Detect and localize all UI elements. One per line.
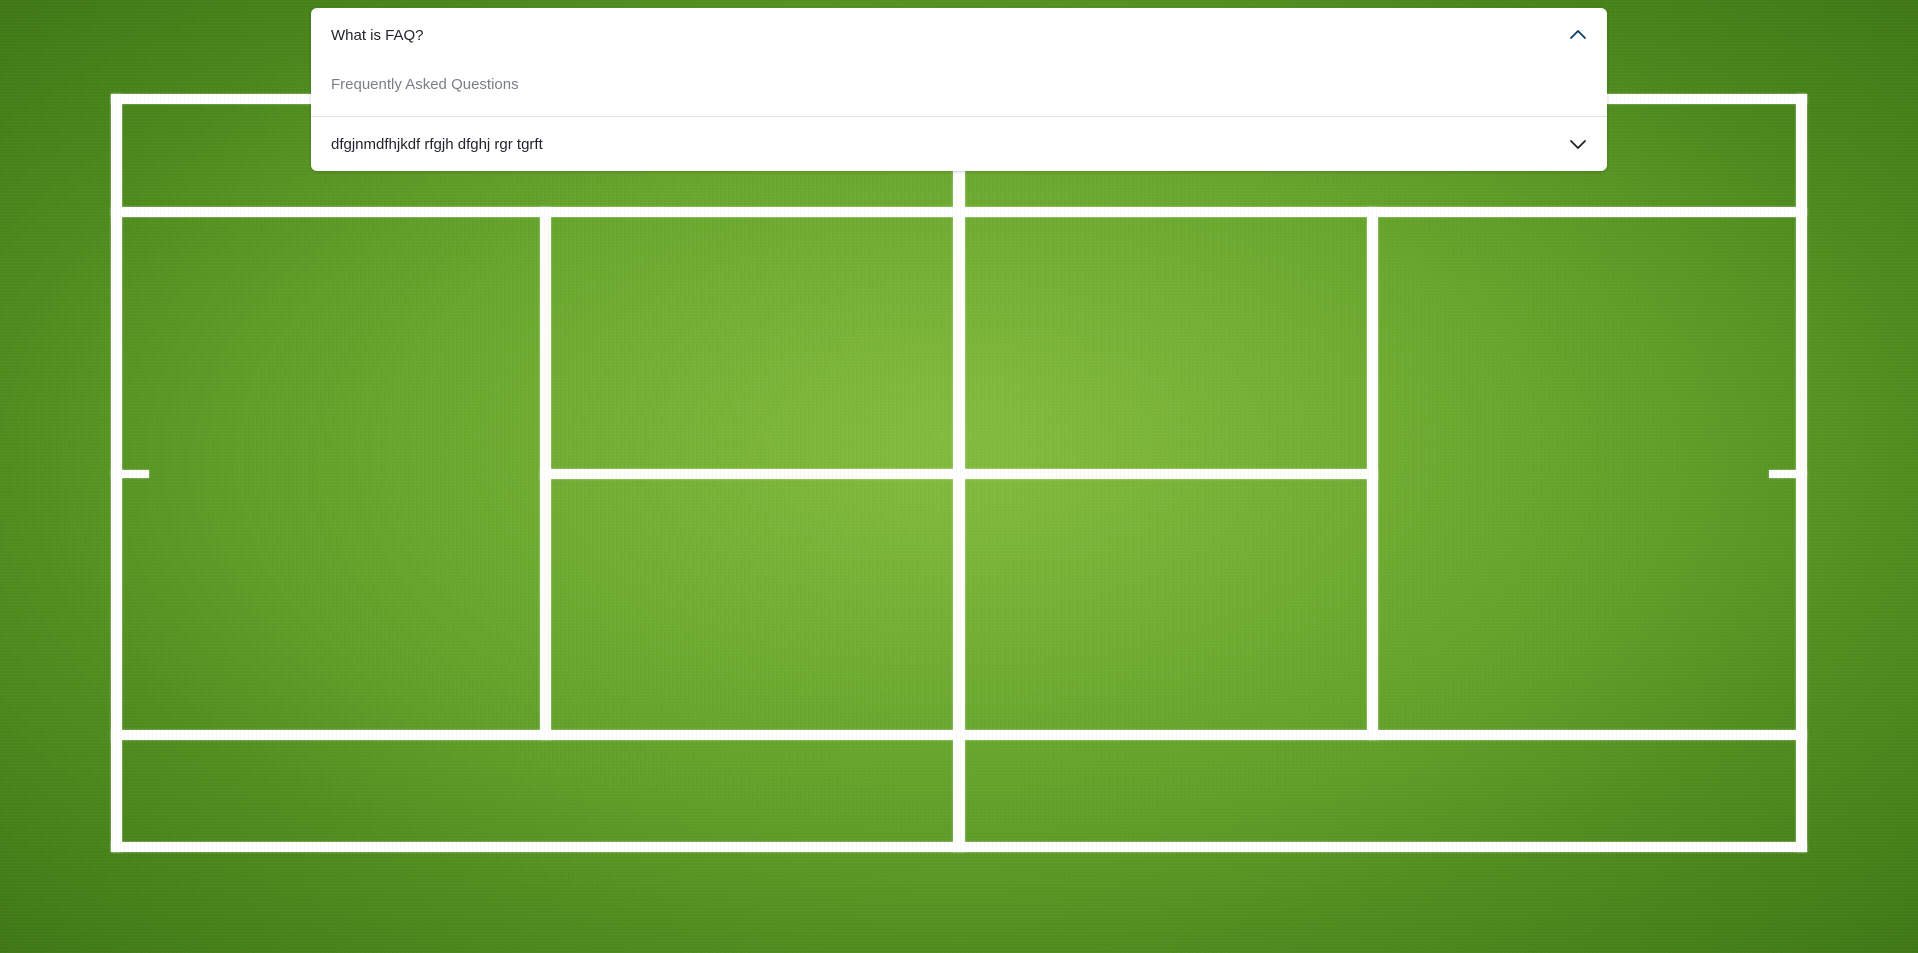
chevron-down-icon[interactable] xyxy=(1569,135,1587,153)
court-line-right-baseline xyxy=(1796,94,1807,852)
faq-item-1-body: Frequently Asked Questions xyxy=(311,62,1607,116)
court-line-net xyxy=(953,94,965,852)
court-line-left-center-mark xyxy=(111,470,149,478)
faq-item-2: dfgjnmdfhjkdf rfgjh dfghj rgr tgrft xyxy=(311,117,1607,171)
court-line-center-service-line xyxy=(540,469,1378,479)
faq-item-1: What is FAQ? Frequently Asked Questions xyxy=(311,8,1607,116)
faq-question-1: What is FAQ? xyxy=(331,26,424,44)
faq-answer-1: Frequently Asked Questions xyxy=(331,75,519,93)
faq-question-2: dfgjnmdfhjkdf rfgjh dfghj rgr tgrft xyxy=(331,135,543,153)
court-line-right-center-mark xyxy=(1769,470,1807,478)
court-line-left-baseline xyxy=(111,94,122,852)
court-line-top-singles-sideline xyxy=(111,207,1807,217)
faq-item-2-header[interactable]: dfgjnmdfhjkdf rfgjh dfghj rgr tgrft xyxy=(311,117,1607,171)
chevron-up-icon[interactable] xyxy=(1569,26,1587,44)
court-line-bottom-baseline xyxy=(111,842,1807,852)
court-line-right-service-line xyxy=(1367,207,1378,740)
faq-accordion: What is FAQ? Frequently Asked Questions … xyxy=(311,8,1607,171)
court-line-left-service-line xyxy=(540,207,551,740)
faq-item-1-header[interactable]: What is FAQ? xyxy=(311,8,1607,62)
court-line-bottom-singles-sideline xyxy=(111,730,1807,740)
